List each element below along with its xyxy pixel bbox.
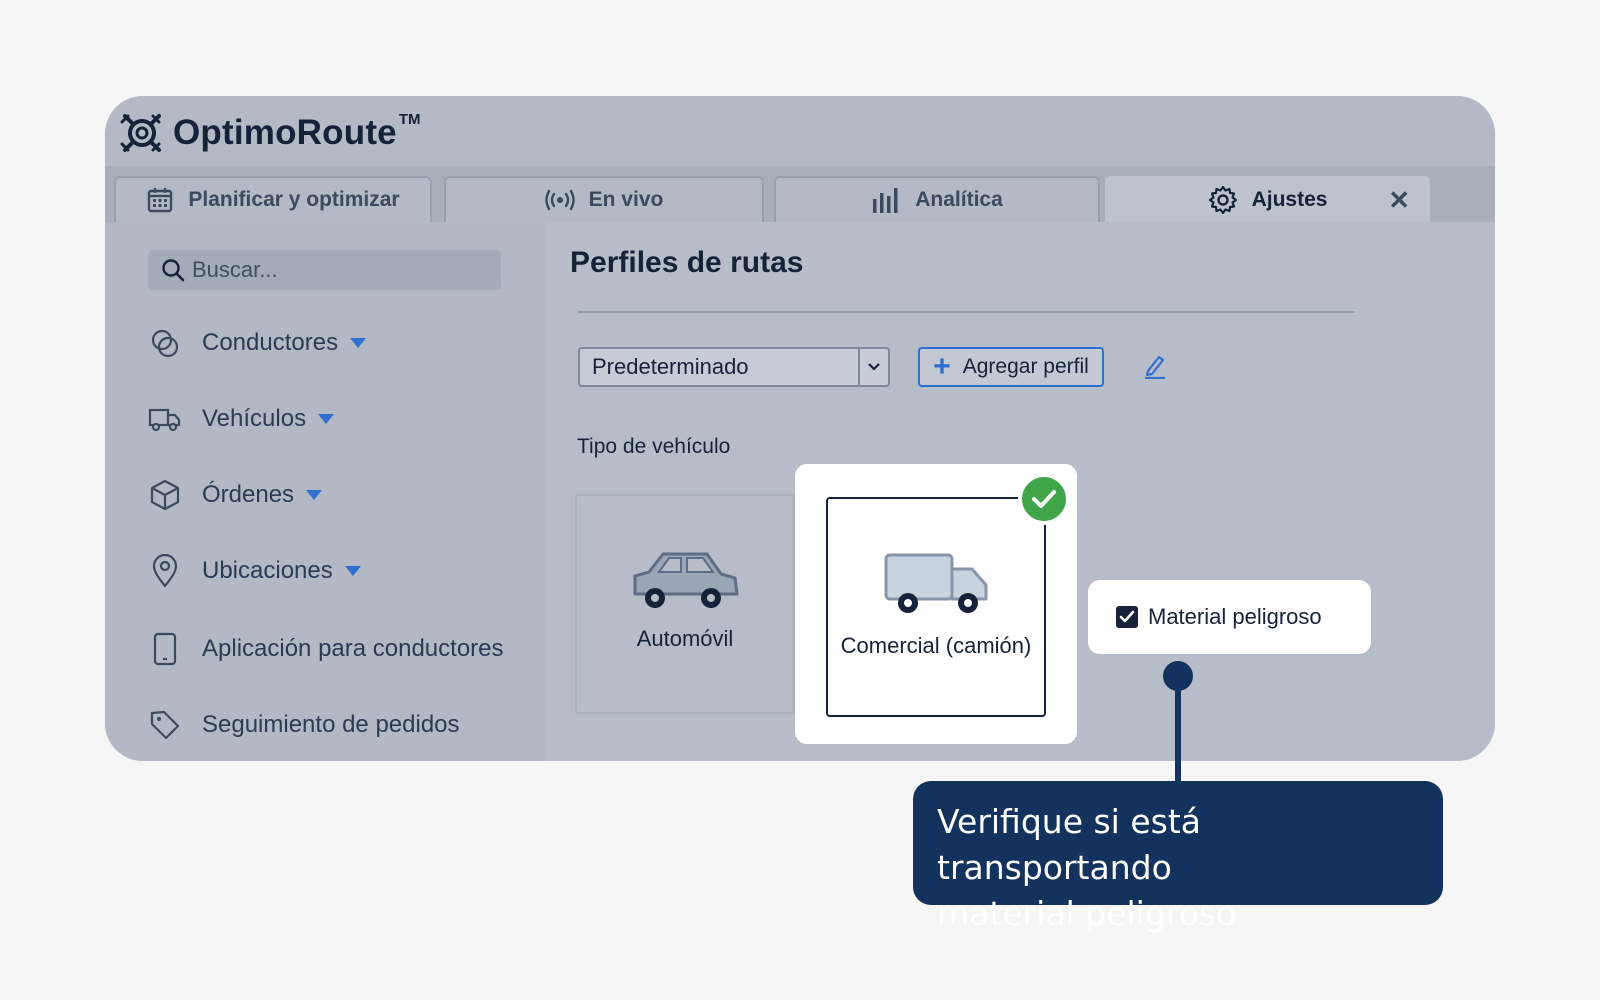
phone-icon [148, 632, 182, 666]
plus-icon: + [933, 350, 951, 383]
search-input[interactable]: Buscar... [148, 250, 501, 290]
selected-check-icon [1018, 473, 1070, 525]
sidebar-item-drivers[interactable]: Conductores [148, 321, 367, 365]
calendar-icon [148, 188, 173, 213]
tooltip-callout: Verifique si está transportando material… [913, 781, 1443, 933]
close-icon[interactable]: ✕ [1388, 187, 1410, 213]
gear-icon [1208, 185, 1237, 215]
vehicle-type-label-car: Automóvil [636, 626, 734, 651]
brand-name: OptimoRoute [173, 113, 397, 152]
search-placeholder: Buscar... [192, 257, 278, 282]
truck-icon [884, 553, 988, 613]
hazmat-checkbox[interactable] [1116, 606, 1138, 628]
sidebar-item-label: Seguimiento de pedidos [202, 711, 460, 738]
callout-line-1: Verifique si está transportando [937, 802, 1201, 887]
chevron-down-icon[interactable] [858, 349, 888, 385]
profile-select[interactable]: Predeterminado [578, 347, 890, 387]
tab-plan-optimize[interactable]: Planificar y optimizar [114, 176, 432, 222]
driver-icon [148, 326, 182, 360]
chevron-down-icon[interactable] [344, 566, 361, 576]
sidebar-item-locations[interactable]: Ubicaciones [148, 549, 361, 593]
tag-icon [148, 708, 182, 742]
tab-analytics[interactable]: Analítica [774, 176, 1100, 222]
vehicle-type-label-truck: Comercial (camión) [840, 633, 1032, 658]
sidebar-item-order-tracking[interactable]: Seguimiento de pedidos [148, 703, 460, 747]
sidebar-item-vehicles[interactable]: Vehículos [148, 397, 335, 441]
sidebar: Buscar... Conductores Vehículos Órdenes [105, 222, 545, 761]
add-profile-button[interactable]: + Agregar perfil [918, 347, 1104, 387]
callout-pointer-line [1175, 680, 1181, 784]
search-icon [162, 259, 185, 282]
callout-line-2: material peligroso [937, 894, 1237, 933]
logo-icon [120, 114, 161, 152]
sidebar-item-label: Aplicación para conductores [202, 635, 504, 662]
tab-label: Planificar y optimizar [188, 188, 400, 211]
chevron-down-icon[interactable] [306, 490, 323, 500]
broadcast-icon [544, 189, 575, 211]
map-pin-icon [148, 554, 182, 588]
brand-logo: OptimoRoute TM [119, 108, 421, 158]
vehicle-type-car-card[interactable]: Automóvil [575, 494, 795, 714]
tab-label: Analítica [915, 188, 1003, 211]
car-icon [633, 552, 739, 608]
package-icon [148, 478, 182, 512]
sidebar-item-label: Conductores [202, 329, 339, 356]
sidebar-item-label: Ubicaciones [202, 557, 333, 584]
brand-trademark: TM [398, 110, 421, 128]
tab-label: Ajustes [1251, 188, 1328, 211]
chevron-down-icon[interactable] [350, 338, 367, 348]
hazmat-label: Material peligroso [1148, 604, 1322, 629]
vehicle-type-label: Tipo de vehículo [577, 435, 731, 458]
hazmat-checkbox-row[interactable]: Material peligroso [1088, 580, 1371, 654]
tab-label: En vivo [588, 188, 664, 211]
edit-pencil-icon[interactable] [1142, 353, 1168, 379]
top-bar: OptimoRoute TM [105, 96, 1495, 166]
tab-bar: Planificar y optimizar En vivo Analítica [105, 166, 1495, 222]
tab-settings[interactable]: Ajustes ✕ [1105, 176, 1430, 222]
tab-live[interactable]: En vivo [444, 176, 764, 222]
chevron-down-icon[interactable] [318, 414, 335, 424]
sidebar-item-label: Órdenes [202, 481, 295, 508]
vehicle-type-truck-card[interactable]: Comercial (camión) [826, 497, 1046, 717]
page-title: Perfiles de rutas [570, 246, 804, 279]
truck-icon [148, 402, 182, 436]
divider [578, 311, 1355, 313]
add-profile-label: Agregar perfil [962, 355, 1089, 378]
profile-select-value: Predeterminado [592, 354, 749, 379]
sidebar-item-driver-app[interactable]: Aplicación para conductores [148, 627, 504, 671]
sidebar-item-label: Vehículos [202, 405, 307, 432]
bar-chart-icon [873, 188, 898, 213]
sidebar-item-orders[interactable]: Órdenes [148, 473, 323, 517]
